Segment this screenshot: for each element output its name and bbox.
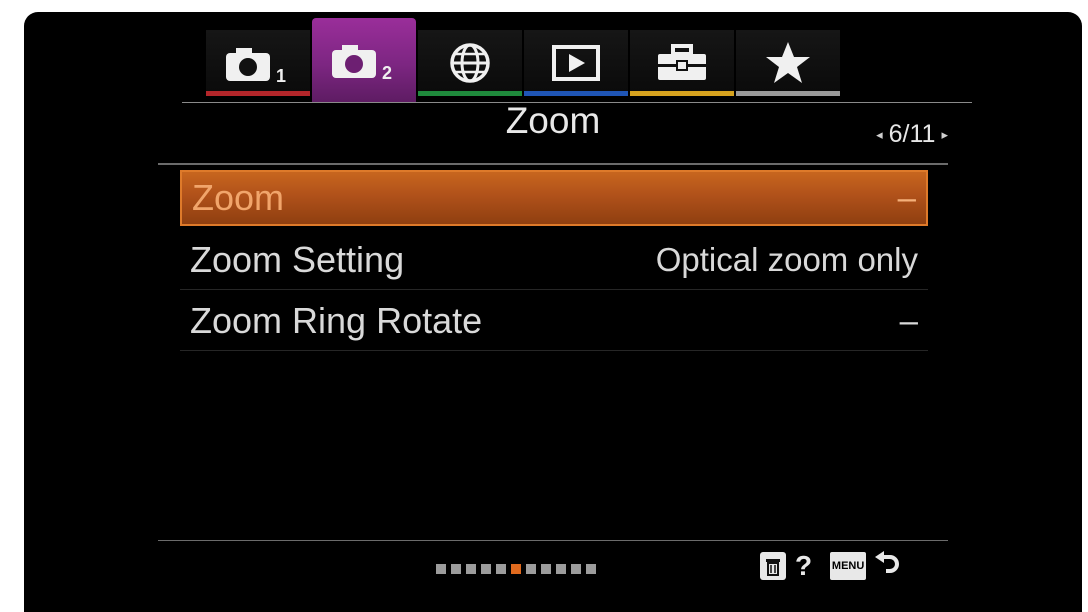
help-icon[interactable]: ? (795, 550, 812, 582)
tab-subscript: 1 (276, 66, 286, 86)
menu-item-value: – (897, 179, 916, 216)
page-indicator-dot (451, 564, 461, 574)
divider (158, 540, 948, 541)
menu-item-zoom-setting[interactable]: Zoom Setting Optical zoom only (180, 232, 928, 290)
star-icon (766, 42, 810, 83)
divider (180, 350, 928, 351)
page-indicator-dot (481, 564, 491, 574)
tab-color-stripe (524, 91, 628, 96)
camera-icon: 1 (226, 48, 286, 86)
page-indicator-dot (586, 564, 596, 574)
toolbox-icon (658, 44, 706, 80)
menu-item-value: – (899, 302, 918, 339)
page-indicator-dot (526, 564, 536, 574)
tab-subscript: 2 (382, 63, 392, 83)
tab-shooting-2[interactable]: 2 (312, 18, 416, 102)
tab-my-menu[interactable] (736, 30, 840, 96)
return-icon[interactable] (874, 551, 900, 581)
chevron-right-icon[interactable]: ▸ (941, 127, 948, 143)
tab-color-stripe (206, 91, 310, 96)
tab-network[interactable] (418, 30, 522, 96)
page-indicator-dot (511, 564, 521, 574)
page-indicator-dot (466, 564, 476, 574)
tab-setup[interactable] (630, 30, 734, 96)
page-indicator-dot (436, 564, 446, 574)
page-number: 6/11 (888, 120, 936, 148)
trash-icon[interactable] (759, 551, 787, 581)
menu-tabs: 1 2 (182, 18, 972, 103)
play-icon (552, 45, 600, 81)
tab-color-stripe (630, 91, 734, 96)
menu-item-value: Optical zoom only (655, 241, 918, 278)
menu-button-icon[interactable]: MENU (830, 552, 867, 580)
menu-item-zoom[interactable]: Zoom – (180, 170, 928, 226)
tab-color-stripe (736, 91, 840, 96)
tab-shooting-1[interactable]: 1 (206, 30, 310, 96)
tab-playback[interactable] (524, 30, 628, 96)
camera-icon: 2 (332, 45, 392, 83)
globe-icon (450, 43, 490, 83)
page-indicator-dot (571, 564, 581, 574)
footer-actions: ? MENU (759, 550, 900, 582)
camera-menu-screen: 1 2 Zoom ◂ 6/11 ▸ Zoom – Zoom Setting Op… (24, 12, 1082, 612)
menu-item-label: Zoom Ring Rotate (190, 300, 483, 341)
menu-item-label: Zoom Setting (190, 239, 405, 280)
page-indicator-dot (541, 564, 551, 574)
page-indicator (436, 564, 596, 574)
divider (180, 289, 928, 290)
page-indicator-dot (556, 564, 566, 574)
menu-item-label: Zoom (192, 177, 285, 218)
divider (158, 163, 948, 165)
tab-color-stripe (418, 91, 522, 96)
menu-item-zoom-ring-rotate[interactable]: Zoom Ring Rotate – (180, 293, 928, 351)
page-indicator-dot (496, 564, 506, 574)
chevron-left-icon[interactable]: ◂ (876, 127, 883, 143)
page-counter[interactable]: ◂ 6/11 ▸ (876, 120, 948, 149)
